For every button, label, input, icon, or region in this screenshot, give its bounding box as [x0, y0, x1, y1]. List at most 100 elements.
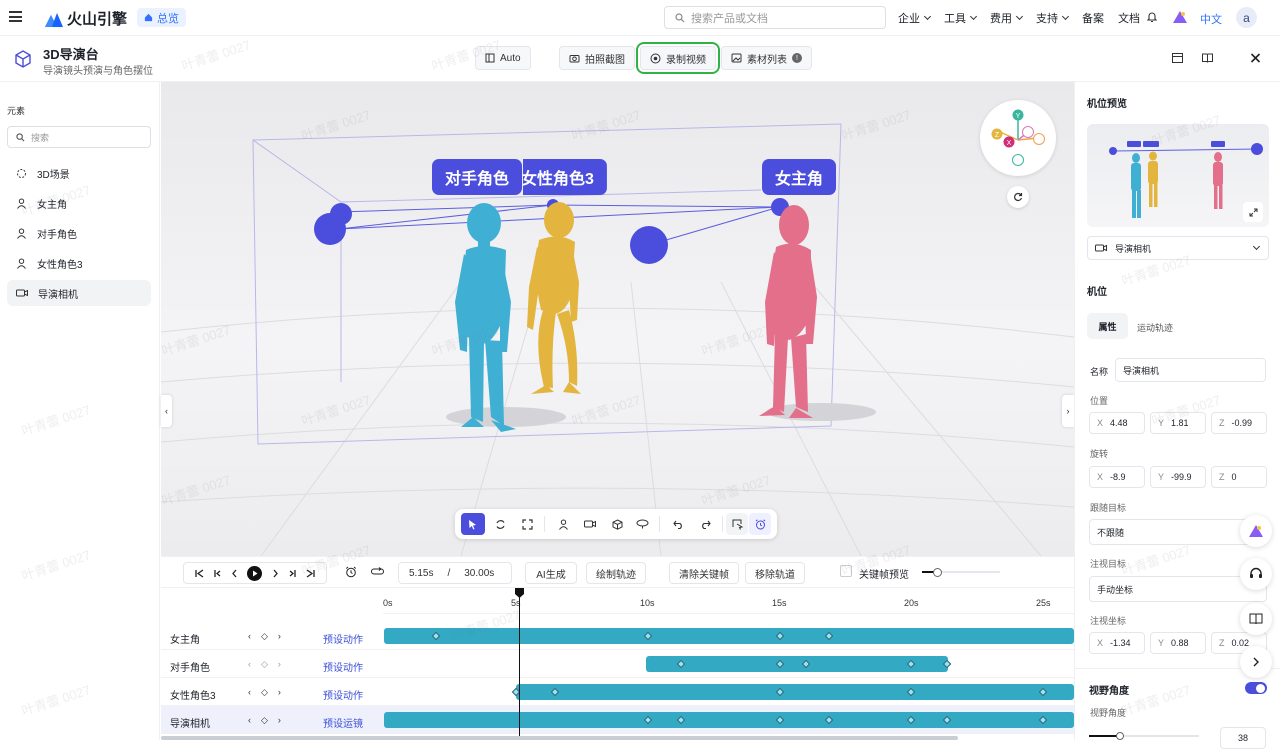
label-opponent[interactable]: 对手角色: [432, 159, 523, 195]
nav-filing[interactable]: 备案: [1082, 10, 1104, 26]
female3-figure[interactable]: [527, 202, 581, 394]
remove-track-button[interactable]: 移除轨道: [745, 562, 805, 584]
rotation-z-input[interactable]: Z0: [1211, 466, 1267, 488]
nav-pricing[interactable]: 费用: [990, 10, 1024, 26]
track-keyframe-nav[interactable]: ‹◇›: [248, 659, 291, 670]
position-x-input[interactable]: X 4.48: [1089, 412, 1145, 434]
clear-keyframes-button[interactable]: 清除关键帧: [669, 562, 739, 584]
element-item-lead[interactable]: 女主角: [7, 190, 151, 216]
preset-action-link[interactable]: 预设动作: [323, 631, 363, 646]
frame-select-button[interactable]: [726, 513, 748, 535]
loop-icon[interactable]: [371, 566, 384, 577]
track-keyframe-nav[interactable]: ‹◇›: [248, 631, 291, 642]
tab-properties[interactable]: 属性: [1087, 313, 1128, 339]
play-icon[interactable]: [247, 565, 263, 581]
auto-button[interactable]: Auto: [475, 46, 531, 70]
screenshot-button[interactable]: 拍照截图: [559, 46, 635, 70]
nav-docs[interactable]: 文档: [1118, 10, 1140, 26]
cube-icon[interactable]: [612, 519, 623, 530]
name-input[interactable]: 导演相机: [1115, 358, 1266, 382]
zoom-slider[interactable]: [922, 567, 1000, 577]
docs-fab[interactable]: [1240, 603, 1272, 635]
label-female3[interactable]: 女性角色3: [522, 159, 607, 195]
time-display[interactable]: 5.15s / 30.00s: [398, 562, 512, 584]
orientation-gizmo[interactable]: Y Z X: [980, 100, 1056, 176]
fov-slider[interactable]: [1089, 732, 1199, 740]
undo-icon[interactable]: [673, 519, 684, 529]
position-z-input[interactable]: Z -0.99: [1211, 412, 1267, 434]
preset-action-link[interactable]: 预设动作: [323, 659, 363, 674]
draw-path-button[interactable]: 绘制轨迹: [586, 562, 646, 584]
lead-figure[interactable]: [759, 205, 817, 418]
home-badge[interactable]: 总览: [137, 8, 186, 27]
label-lead[interactable]: 女主角: [762, 159, 837, 195]
track-keyframe-nav[interactable]: ‹◇›: [248, 687, 291, 698]
time-ruler[interactable]: [383, 588, 1074, 614]
fov-slider-thumb[interactable]: [1116, 732, 1124, 740]
camera-select[interactable]: 导演相机: [1087, 236, 1269, 260]
element-item-opponent[interactable]: 对手角色: [7, 220, 151, 246]
select-tool-button[interactable]: [461, 513, 485, 535]
avatar[interactable]: a: [1236, 7, 1257, 28]
rotation-x-input[interactable]: X -8.9: [1089, 466, 1145, 488]
collapse-left-handle[interactable]: ‹: [161, 395, 172, 427]
nav-support[interactable]: 支持: [1036, 10, 1070, 26]
gaze-y-input[interactable]: Y 0.88: [1150, 632, 1206, 654]
record-video-button[interactable]: 录制视频: [636, 42, 720, 74]
track-bar-female3[interactable]: [516, 684, 1074, 700]
fov-toggle[interactable]: [1245, 682, 1267, 694]
collapse-right-handle[interactable]: ›: [1062, 395, 1074, 427]
panel-layout-icon[interactable]: [1172, 53, 1183, 63]
video-camera-icon[interactable]: [584, 519, 596, 529]
track-keyframe-nav[interactable]: ‹◇›: [248, 715, 291, 726]
element-item-scene[interactable]: 3D场景: [7, 160, 151, 186]
fov-input[interactable]: 38: [1220, 727, 1266, 749]
search-input[interactable]: 搜索产品或文档: [664, 6, 886, 29]
rotate-icon[interactable]: [495, 519, 506, 530]
reset-view-button[interactable]: [1007, 186, 1029, 208]
track-bar-lead[interactable]: [384, 628, 1074, 644]
nav-enterprise[interactable]: 企业: [898, 10, 932, 26]
support-fab[interactable]: [1240, 558, 1272, 590]
position-y-input[interactable]: Y 1.81: [1150, 412, 1206, 434]
expand-fab[interactable]: [1240, 646, 1272, 678]
ai-generate-button[interactable]: AI生成: [525, 562, 577, 584]
menu-icon[interactable]: [9, 11, 22, 22]
expand-preview-button[interactable]: [1243, 202, 1263, 222]
track-bar-camera[interactable]: [384, 712, 1074, 728]
nav-tools[interactable]: 工具: [944, 10, 978, 26]
asset-list-button[interactable]: 素材列表 !: [721, 46, 812, 70]
preset-action-link[interactable]: 预设动作: [323, 687, 363, 702]
prev-keyframe-icon[interactable]: [213, 569, 222, 578]
brand[interactable]: 火山引擎: [45, 8, 127, 29]
next-keyframe-icon[interactable]: [288, 569, 297, 578]
prev-frame-icon[interactable]: [231, 569, 238, 578]
skip-end-icon[interactable]: [306, 568, 315, 578]
element-item-female3[interactable]: 女性角色3: [7, 250, 151, 276]
track-bar-opponent[interactable]: [646, 656, 948, 672]
playhead[interactable]: [519, 592, 520, 740]
camera-node-right[interactable]: [630, 226, 668, 264]
timeline-scrollbar[interactable]: [161, 736, 958, 740]
element-item-director-camera[interactable]: 导演相机: [7, 280, 151, 306]
timer-icon[interactable]: [345, 566, 357, 578]
rotation-y-input[interactable]: Y -99.9: [1150, 466, 1206, 488]
preset-camera-link[interactable]: 预设运镜: [323, 715, 363, 730]
skip-start-icon[interactable]: [194, 568, 204, 578]
tab-motion-path[interactable]: 运动轨迹: [1137, 321, 1173, 334]
bell-icon[interactable]: [1146, 11, 1158, 23]
language-switch[interactable]: 中文: [1200, 11, 1222, 27]
next-frame-icon[interactable]: [272, 569, 279, 578]
close-icon[interactable]: [1250, 53, 1261, 63]
alarm-button[interactable]: [749, 513, 771, 535]
book-icon[interactable]: [1202, 53, 1213, 63]
elements-search-input[interactable]: 搜索: [7, 126, 151, 148]
ai-assistant-fab[interactable]: [1240, 515, 1272, 547]
lighting-icon[interactable]: [636, 519, 649, 529]
gaze-x-input[interactable]: X -1.34: [1089, 632, 1145, 654]
fullscreen-icon[interactable]: [522, 519, 533, 530]
person-icon[interactable]: [558, 519, 569, 530]
redo-icon[interactable]: [700, 519, 711, 529]
zoom-slider-thumb[interactable]: [933, 567, 942, 577]
keyframe-preview-checkbox[interactable]: [840, 565, 852, 577]
